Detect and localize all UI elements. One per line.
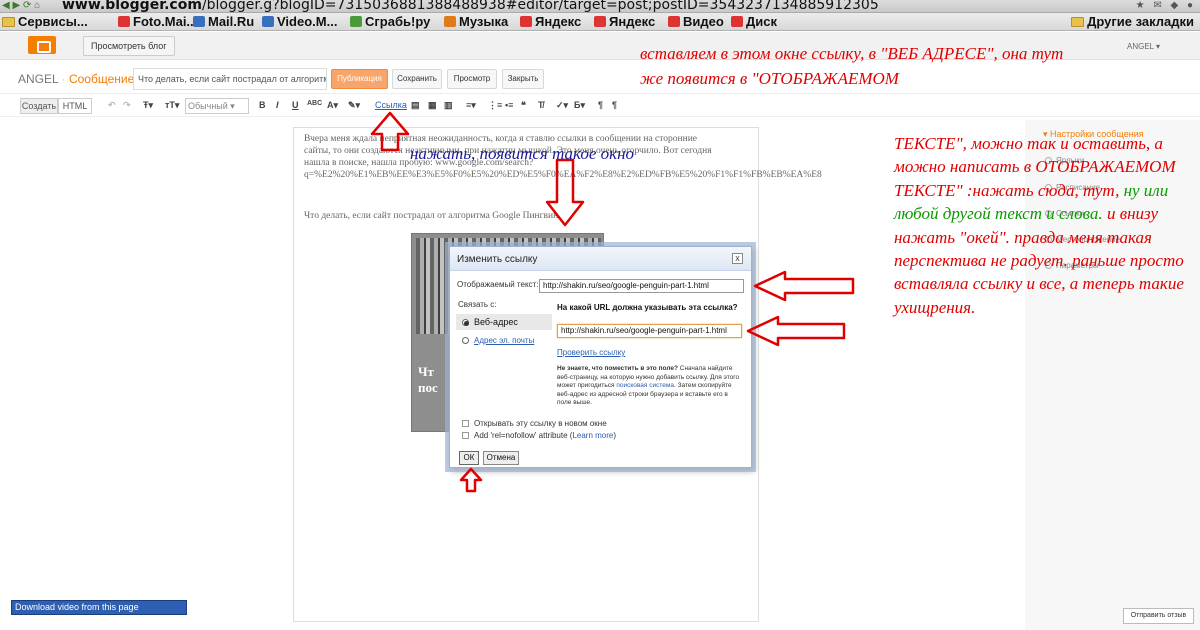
annotation-text: же появится в "ОТОБРАЖАЕМОМ	[640, 69, 899, 88]
arrow-up-to-link-icon	[370, 111, 410, 152]
arrow-up-to-ok-icon	[459, 467, 483, 493]
annotation-text: нажать, появится такое окно	[410, 144, 635, 163]
download-video-button[interactable]: Download video from this page	[11, 600, 187, 615]
feedback-button[interactable]: Отправить отзыв	[1123, 608, 1194, 624]
annotation-text: вставляем в этом окне ссылку, в "ВЕБ АДР…	[640, 44, 1064, 63]
arrow-left-to-display-text-icon	[753, 270, 855, 302]
annotation-text: ТЕКСТЕ", можно так и оставить, а можно н…	[894, 134, 1184, 317]
arrow-down-to-dialog-icon	[545, 158, 585, 227]
arrow-left-to-url-input-icon	[746, 315, 846, 347]
